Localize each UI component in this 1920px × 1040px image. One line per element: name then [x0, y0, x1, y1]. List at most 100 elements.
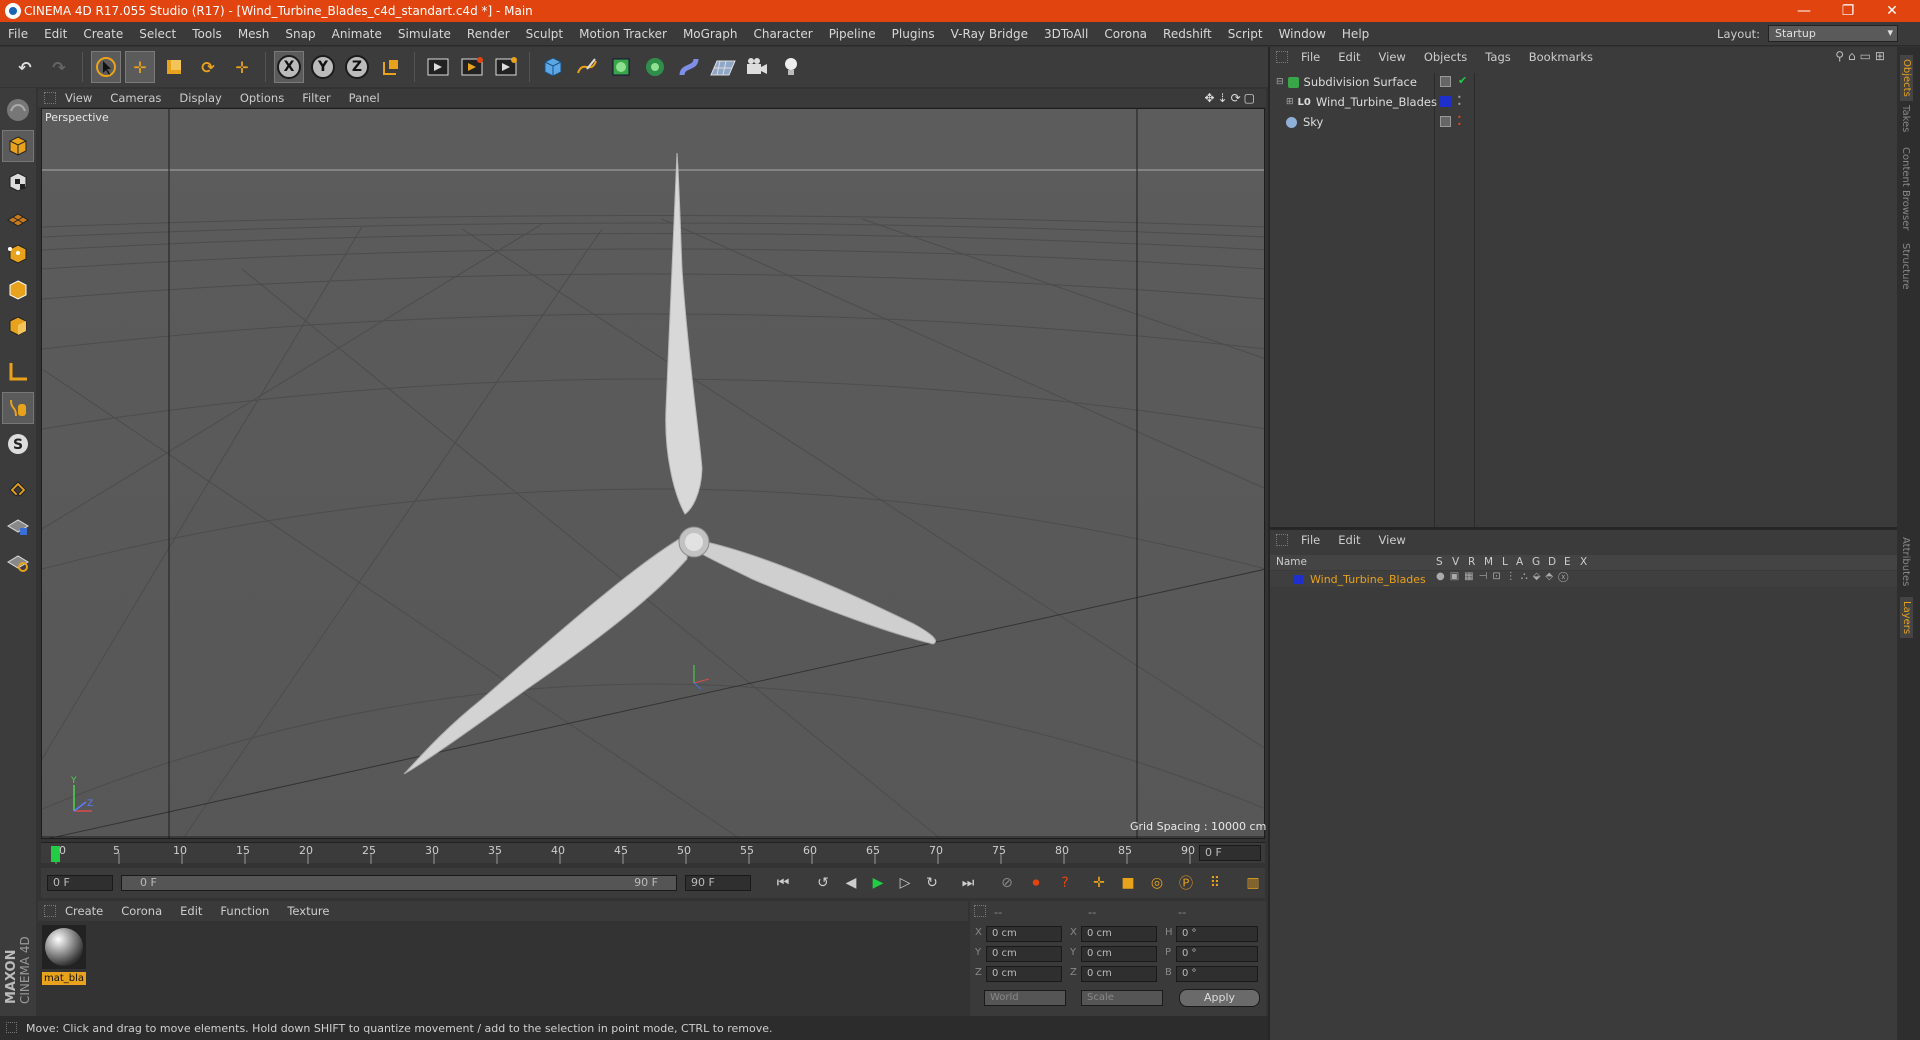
layers-menu-file[interactable]: File [1292, 533, 1329, 547]
menu-animate[interactable]: Animate [324, 27, 390, 41]
coord-rot-b-field[interactable]: 0 ° [1176, 966, 1258, 982]
layer-column-generators[interactable]: G [1532, 556, 1540, 568]
objects-menu-bookmarks[interactable]: Bookmarks [1520, 50, 1602, 64]
key-parameter-icon[interactable]: Ⓟ [1174, 871, 1198, 895]
coord-rot-p-field[interactable]: 0 ° [1176, 946, 1258, 962]
cube-primitive-icon[interactable] [538, 51, 568, 83]
key-pla-icon[interactable]: ⠿ [1203, 871, 1227, 895]
enable-axis-icon[interactable] [2, 356, 34, 388]
menu-edit[interactable]: Edit [36, 27, 75, 41]
material-menu-texture[interactable]: Texture [278, 904, 338, 918]
object-row[interactable]: ⊟ Subdivision Surface ✔ [1270, 72, 1897, 92]
frame-range-slider[interactable]: 0 F 90 F [121, 875, 677, 891]
edges-mode-icon[interactable] [2, 274, 34, 306]
move-tool-icon[interactable]: ✛ [125, 51, 155, 83]
perspective-viewport[interactable]: Y Z [41, 108, 1265, 839]
model-mode-icon[interactable] [2, 130, 34, 162]
object-row[interactable]: Sky • • [1270, 112, 1897, 132]
menu-render[interactable]: Render [459, 27, 518, 41]
objects-menu-tags[interactable]: Tags [1476, 50, 1519, 64]
key-scale-icon[interactable]: ■ [1116, 871, 1140, 895]
play-forward-icon[interactable]: ▶ [866, 871, 890, 895]
menu-mograph[interactable]: MoGraph [675, 27, 746, 41]
layer-column-xref[interactable]: X [1580, 556, 1587, 568]
material-swatch[interactable]: mat_bla [42, 925, 86, 985]
menu-motion-tracker[interactable]: Motion Tracker [571, 27, 675, 41]
coord-pos-x-field[interactable]: 0 cm [986, 926, 1062, 942]
menu-window[interactable]: Window [1271, 27, 1334, 41]
layer-column-solo[interactable]: S [1436, 556, 1443, 568]
tab-structure[interactable]: Structure [1900, 243, 1911, 290]
subdivision-surface-icon[interactable] [606, 51, 636, 83]
menu-simulate[interactable]: Simulate [390, 27, 459, 41]
material-menu-corona[interactable]: Corona [112, 904, 171, 918]
z-axis-lock-button[interactable]: Z [342, 51, 372, 83]
live-selection-icon[interactable]: ✛ [227, 51, 257, 83]
layer-column-visible[interactable]: V [1452, 556, 1459, 568]
menu-select[interactable]: Select [131, 27, 184, 41]
x-axis-lock-button[interactable]: X [274, 51, 304, 83]
layer-column-animation[interactable]: A [1516, 556, 1523, 568]
snapping-icon[interactable]: S [2, 428, 34, 460]
coord-size-x-field[interactable]: 0 cm [1081, 926, 1157, 942]
viewport-menu-display[interactable]: Display [170, 91, 230, 105]
next-frame-icon[interactable]: ▷ [893, 871, 917, 895]
menu-create[interactable]: Create [75, 27, 131, 41]
spline-pen-icon[interactable] [572, 51, 602, 83]
material-menu-create[interactable]: Create [56, 904, 112, 918]
enabled-check-icon[interactable]: ✔ [1458, 74, 1467, 87]
menu-character[interactable]: Character [745, 27, 820, 41]
y-axis-lock-button[interactable]: Y [308, 51, 338, 83]
record-keys-icon[interactable]: ⊘ [995, 871, 1019, 895]
layer-row[interactable]: Wind_Turbine_Blades ●▣▦⊣⊡⋮⛬⬙⬘ⓧ [1270, 571, 1897, 587]
objects-menu-view[interactable]: View [1370, 50, 1415, 64]
viewport-menu-options[interactable]: Options [231, 91, 293, 105]
layer-color-swatch[interactable] [1440, 96, 1451, 107]
previous-key-icon[interactable]: ↺ [811, 871, 835, 895]
tab-layers[interactable]: Layers [1900, 597, 1913, 639]
workplane-lock-icon[interactable] [2, 510, 34, 542]
material-menu-function[interactable]: Function [211, 904, 278, 918]
tab-attributes[interactable]: Attributes [1900, 537, 1911, 586]
layer-color-swatch[interactable] [1294, 574, 1303, 584]
tab-objects[interactable]: Objects [1900, 55, 1913, 101]
layer-column-deformers[interactable]: D [1548, 556, 1556, 568]
coord-mode-dropdown[interactable]: Scale [1081, 990, 1163, 1006]
coord-size-z-field[interactable]: 0 cm [1081, 966, 1157, 982]
menu-plugins[interactable]: Plugins [884, 27, 943, 41]
timeline-window-icon[interactable]: ▥ [1241, 871, 1265, 895]
collapse-icon[interactable]: ⊟ [1276, 77, 1284, 87]
tab-content-browser[interactable]: Content Browser [1900, 147, 1911, 230]
layer-column-locked[interactable]: L [1502, 556, 1508, 568]
search-home-icons[interactable]: ⚲⌂▭⊞ [1835, 49, 1889, 63]
menu-script[interactable]: Script [1220, 27, 1271, 41]
minimize-button[interactable]: — [1782, 0, 1826, 22]
object-row[interactable]: ⊞ L0 Wind_Turbine_Blades • • [1270, 92, 1897, 112]
start-frame-field[interactable]: 0 F [47, 875, 113, 891]
workplane-mode-icon[interactable] [2, 202, 34, 234]
objects-menu-objects[interactable]: Objects [1415, 50, 1476, 64]
autokeying-icon[interactable]: ⏺ [1024, 871, 1048, 895]
coord-pos-y-field[interactable]: 0 cm [986, 946, 1062, 962]
previous-frame-icon[interactable]: ◀ [839, 871, 863, 895]
menu-pipeline[interactable]: Pipeline [821, 27, 884, 41]
mograph-cloner-icon[interactable] [640, 51, 670, 83]
visibility-dots-icon[interactable]: • • [1457, 94, 1462, 109]
end-frame-field[interactable]: 90 F [685, 875, 751, 891]
viewport-menu-cameras[interactable]: Cameras [101, 91, 170, 105]
material-menu-edit[interactable]: Edit [171, 904, 211, 918]
camera-icon[interactable] [742, 51, 772, 83]
menu-vray-bridge[interactable]: V-Ray Bridge [943, 27, 1036, 41]
redo-icon[interactable]: ↷ [44, 51, 74, 83]
render-picture-viewer-icon[interactable] [457, 51, 487, 83]
close-button[interactable]: ✕ [1870, 0, 1914, 22]
objects-menu-file[interactable]: File [1292, 50, 1329, 64]
next-key-icon[interactable]: ↻ [920, 871, 944, 895]
visibility-dots-icon[interactable]: • • [1457, 114, 1462, 129]
layer-column-expressions[interactable]: E [1564, 556, 1571, 568]
menu-mesh[interactable]: Mesh [230, 27, 278, 41]
render-view-icon[interactable] [423, 51, 453, 83]
make-editable-icon[interactable] [2, 94, 34, 126]
layer-column-render[interactable]: R [1468, 556, 1475, 568]
menu-sculpt[interactable]: Sculpt [518, 27, 571, 41]
